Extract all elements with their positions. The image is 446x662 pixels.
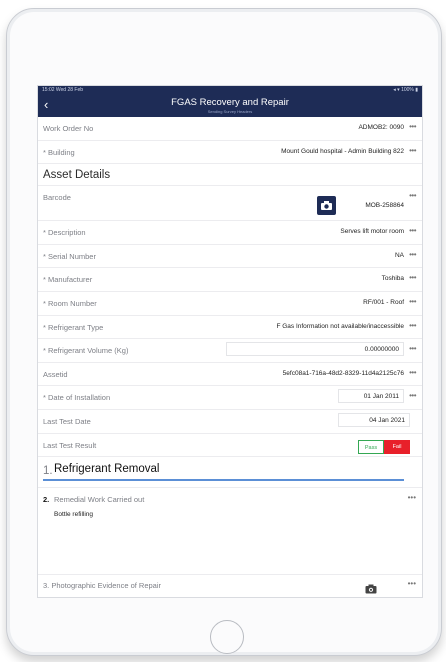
more-icon[interactable]: ••• — [409, 344, 416, 353]
asset-id-row: Assetid 5efc08a1-716a-48d2-8329-11d4a212… — [38, 363, 422, 387]
refrigerant-volume-input[interactable]: 0.00000000 — [226, 342, 404, 357]
last-test-result-label: Last Test Result — [43, 440, 97, 450]
status-time: 15:02 Wed 28 Feb — [42, 87, 84, 93]
work-order-row: Work Order No ADMOB2: 0090 ••• — [38, 117, 422, 141]
photo-evidence-label: 3. Photographic Evidence of Repair — [43, 581, 162, 591]
refrigerant-removal-title: Refrigerant Removal — [54, 463, 160, 476]
page-title: FGAS Recovery and Repair — [171, 97, 289, 108]
room-number-label: * Room Number — [43, 298, 97, 308]
install-date-row: * Date of Installation 01 Jan 2011 ••• — [38, 386, 422, 410]
status-icons: ◂ ▾ 100% ▮ — [393, 87, 418, 93]
more-icon[interactable]: ••• — [409, 273, 416, 282]
fail-button[interactable]: Fail — [384, 439, 410, 454]
work-order-label: Work Order No — [43, 124, 94, 133]
more-icon[interactable]: ••• — [409, 297, 416, 306]
install-date-label: * Date of Installation — [43, 393, 111, 403]
room-number-value: RF/001 - Roof — [363, 298, 404, 306]
barcode-value: MOB-258864 — [365, 202, 404, 210]
description-label: * Description — [43, 228, 86, 238]
barcode-row: Barcode MOB-258864 ••• — [38, 186, 422, 222]
building-value: Mount Gould hospital - Admin Building 82… — [281, 147, 404, 155]
refrigerant-volume-label: * Refrigerant Volume (Kg) — [43, 346, 129, 356]
section-number: 1. — [43, 465, 53, 478]
asset-id-label: Assetid — [43, 369, 68, 379]
refrigerant-removal-section[interactable]: 1. Refrigerant Removal — [38, 457, 422, 489]
asset-details-heading: Asset Details — [38, 164, 422, 187]
more-icon[interactable]: ••• — [409, 191, 416, 200]
last-test-date-row: Last Test Date 04 Jan 2021 — [38, 410, 422, 434]
last-test-date-field: 04 Jan 2021 — [338, 412, 410, 427]
more-icon[interactable]: ••• — [409, 391, 416, 400]
more-icon[interactable]: ••• — [409, 250, 416, 259]
more-icon[interactable]: ••• — [408, 579, 416, 588]
more-icon[interactable]: ••• — [409, 122, 416, 131]
tablet-frame: 15:02 Wed 28 Feb ◂ ▾ 100% ▮ ‹ FGAS Recov… — [6, 8, 442, 656]
more-icon[interactable]: ••• — [409, 321, 416, 330]
building-row: * Building Mount Gould hospital - Admin … — [38, 141, 422, 165]
more-icon[interactable]: ••• — [408, 493, 416, 502]
last-test-result-row: Last Test Result Pass Fail — [38, 434, 422, 458]
install-date-field[interactable]: 01 Jan 2011 — [338, 389, 404, 404]
barcode-label: Barcode — [43, 193, 71, 203]
pass-button[interactable]: Pass — [358, 439, 384, 454]
refrigerant-type-label: * Refrigerant Type — [43, 322, 104, 332]
remedial-work-label: Remedial Work Carried out — [54, 495, 145, 505]
asset-id-value: 5efc08a1-716a-48d2-8329-11d4a2125c76 — [282, 369, 404, 377]
room-number-row: * Room Number RF/001 - Roof ••• — [38, 292, 422, 316]
remedial-work-section: 2. Remedial Work Carried out Bottle refi… — [38, 488, 422, 576]
navigation-bar: ‹ FGAS Recovery and Repair Sending Surve… — [38, 95, 422, 117]
more-icon[interactable]: ••• — [409, 226, 416, 235]
serial-number-row: * Serial Number NA ••• — [38, 245, 422, 269]
home-button[interactable] — [210, 620, 244, 654]
refrigerant-type-row: * Refrigerant Type F Gas Information not… — [38, 316, 422, 340]
last-test-date-label: Last Test Date — [43, 416, 91, 426]
serial-number-label: * Serial Number — [43, 251, 96, 261]
remedial-work-value[interactable]: Bottle refilling — [54, 511, 93, 518]
section-number: 2. — [43, 495, 50, 505]
manufacturer-label: * Manufacturer — [43, 275, 93, 285]
camera-icon[interactable] — [365, 581, 377, 597]
status-bar: 15:02 Wed 28 Feb ◂ ▾ 100% ▮ — [38, 86, 422, 95]
required-marker: * — [43, 147, 46, 157]
camera-icon[interactable] — [317, 196, 336, 216]
building-label: * Building — [43, 147, 75, 157]
refrigerant-type-value: F Gas Information not available/inaccess… — [276, 322, 404, 330]
description-value: Serves lift motor room — [340, 228, 404, 236]
section-underline — [43, 479, 404, 482]
photo-evidence-row: 3. Photographic Evidence of Repair ••• — [38, 575, 422, 595]
page-subtitle: Sending Survey Headers — [207, 109, 253, 114]
work-order-value: ADMOB2: 0090 — [358, 124, 404, 131]
more-icon[interactable]: ••• — [409, 368, 416, 377]
app-screen: 15:02 Wed 28 Feb ◂ ▾ 100% ▮ ‹ FGAS Recov… — [37, 85, 423, 598]
manufacturer-value: Toshiba — [381, 275, 404, 283]
manufacturer-row: * Manufacturer Toshiba ••• — [38, 268, 422, 292]
serial-number-value: NA — [394, 251, 404, 259]
pass-fail-toggle: Pass Fail — [358, 439, 410, 454]
description-row: * Description Serves lift motor room ••• — [38, 221, 422, 245]
refrigerant-volume-row: * Refrigerant Volume (Kg) 0.00000000 ••• — [38, 339, 422, 363]
more-icon[interactable]: ••• — [409, 146, 416, 155]
